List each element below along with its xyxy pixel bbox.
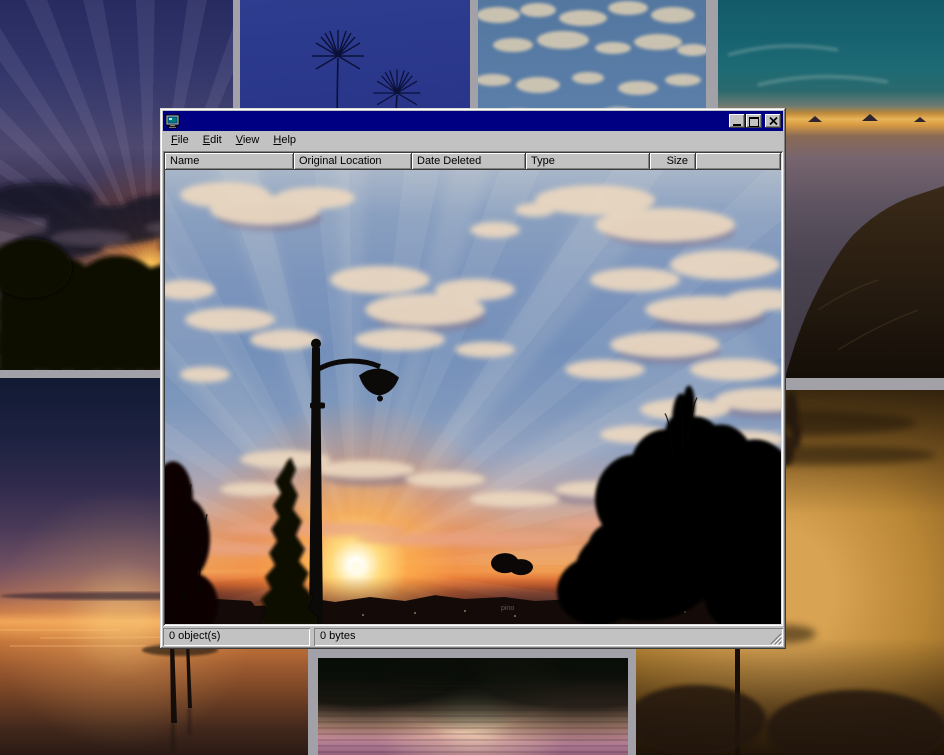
maximize-button[interactable] xyxy=(746,114,762,128)
column-header-filler xyxy=(696,153,781,170)
close-button[interactable] xyxy=(765,114,781,128)
file-list-view[interactable]: Name Original Location Date Deleted Type… xyxy=(163,151,783,626)
water-ripples xyxy=(318,685,628,755)
menu-edit[interactable]: Edit xyxy=(196,132,229,149)
column-header-type[interactable]: Type xyxy=(526,153,650,170)
maximize-icon xyxy=(749,117,759,127)
column-header-original-location[interactable]: Original Location xyxy=(294,153,412,170)
resize-grip-icon[interactable] xyxy=(770,633,782,645)
title-bar[interactable] xyxy=(163,111,783,131)
menu-help[interactable]: Help xyxy=(266,132,303,149)
photo-sign-text: pino xyxy=(501,605,514,612)
background-photo-water-reflection xyxy=(318,658,628,755)
status-bar: 0 object(s) 0 bytes xyxy=(163,628,783,646)
column-header-name[interactable]: Name xyxy=(165,153,294,170)
computer-monitor-icon xyxy=(165,114,181,129)
list-background-photo-sunset-streetlamp[interactable]: pino xyxy=(165,170,781,624)
minimize-button[interactable] xyxy=(729,114,745,128)
recycle-bin-window[interactable]: File Edit View Help Name Original Locati… xyxy=(160,108,786,649)
minimize-icon xyxy=(733,124,741,126)
close-icon xyxy=(769,117,778,125)
desktop: { "window": { "title": "", "menu": [ {"u… xyxy=(0,0,944,755)
menu-bar: File Edit View Help xyxy=(163,131,783,150)
menu-file[interactable]: File xyxy=(164,132,196,149)
menu-view[interactable]: View xyxy=(229,132,267,149)
status-object-count: 0 object(s) xyxy=(163,628,310,646)
column-header-size[interactable]: Size xyxy=(650,153,696,170)
column-header-date-deleted[interactable]: Date Deleted xyxy=(412,153,526,170)
column-header-row: Name Original Location Date Deleted Type… xyxy=(165,153,781,170)
status-size: 0 bytes xyxy=(314,628,783,646)
